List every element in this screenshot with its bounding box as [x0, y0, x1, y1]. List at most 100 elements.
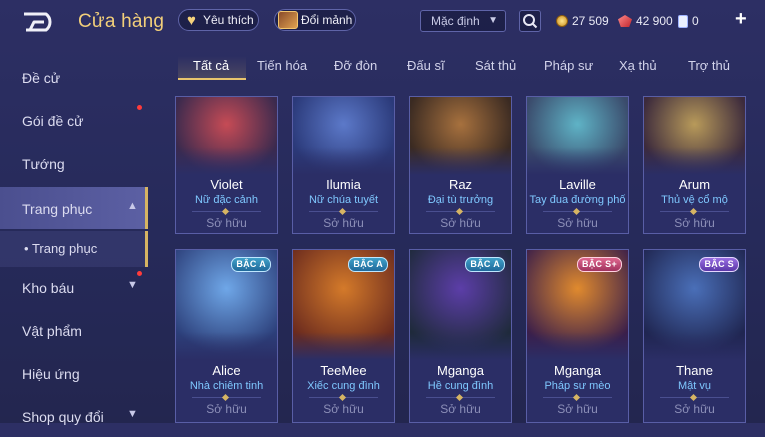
divider: [660, 211, 729, 212]
sidebar-item-label: Gói đề cử: [22, 113, 84, 129]
top-bar: Cửa hàng ♥ Yêu thích Đổi mảnh Mặc định ▼…: [0, 0, 765, 44]
divider: [543, 211, 612, 212]
skin-card[interactable]: Ilumia Nữ chúa tuyết Sở hữu: [292, 96, 395, 234]
favorites-button[interactable]: ♥ Yêu thích: [178, 9, 259, 31]
sidebar-item-heroes[interactable]: Tướng: [0, 144, 148, 184]
hero-name: Thane: [676, 363, 713, 378]
skin-card[interactable]: BẬC A Alice Nhà chiêm tinh Sở hữu: [175, 249, 278, 423]
owned-status: Sở hữu: [323, 402, 364, 416]
owned-status: Sở hữu: [674, 402, 715, 416]
hero-name: TeeMee: [320, 363, 367, 378]
skin-name: Pháp sư mèo: [544, 380, 611, 392]
heart-icon: ♥: [187, 11, 196, 29]
chevron-up-icon: ▲: [127, 200, 138, 212]
tab-assassin[interactable]: Sát thủ: [475, 58, 516, 73]
skin-art: [293, 97, 394, 175]
skin-name: Nhà chiêm tinh: [189, 380, 264, 392]
skin-art: [176, 97, 277, 175]
sidebar-item-label: Tướng: [22, 156, 65, 172]
divider: [192, 397, 261, 398]
sidebar: Đề cử Gói đề cử Tướng Trang phục ▲ • Tra…: [0, 50, 150, 425]
gold-amount: 27 509: [572, 14, 609, 28]
divider: [309, 211, 378, 212]
sidebar-item-recommended[interactable]: Đề cử: [0, 58, 148, 98]
sidebar-item-label: Kho báu: [22, 280, 75, 296]
chevron-down-icon: ▼: [488, 15, 498, 26]
tab-marksman[interactable]: Xạ thủ: [619, 58, 657, 73]
skin-art: [527, 97, 628, 175]
skin-card[interactable]: Arum Thủ vệ cổ mộ Sở hữu: [643, 96, 746, 234]
gold-balance: 27 509: [556, 12, 609, 30]
owned-status: Sở hữu: [440, 216, 481, 230]
tab-fighter[interactable]: Đấu sĩ: [407, 58, 445, 73]
sidebar-item-skins[interactable]: Trang phục ▲: [0, 187, 148, 229]
voucher-amount: 0: [692, 14, 699, 28]
owned-status: Sở hữu: [206, 216, 247, 230]
skin-name: Xiếc cung đình: [307, 380, 380, 392]
sort-value: Mặc định: [431, 14, 480, 28]
voucher-icon: [678, 14, 688, 28]
hero-name: Alice: [212, 363, 241, 378]
sidebar-item-label: Trang phục: [22, 201, 93, 217]
skin-art: [410, 97, 511, 175]
skin-card[interactable]: Laville Tay đua đường phố Sở hữu: [526, 96, 629, 234]
skin-card[interactable]: BẬC A Mganga Hề cung đình Sở hữu: [409, 249, 512, 423]
sidebar-item-recommended-packs[interactable]: Gói đề cử: [0, 101, 148, 141]
tab-mage[interactable]: Pháp sư: [544, 58, 593, 73]
chevron-down-icon: ▼: [127, 408, 138, 420]
sidebar-subitem-skins[interactable]: • Trang phục: [0, 231, 148, 267]
plus-icon[interactable]: +: [735, 8, 747, 31]
tab-evolution[interactable]: Tiến hóa: [257, 58, 307, 73]
tier-badge: BẬC A: [231, 257, 271, 272]
skin-grid: Violet Nữ đặc cảnh Sở hữu Ilumia Nữ chúa…: [175, 96, 765, 423]
page-title: Cửa hàng: [78, 11, 165, 32]
skin-name: Hề cung đình: [427, 380, 494, 392]
gold-coin-icon: [556, 15, 568, 27]
gem-amount: 42 900: [636, 14, 673, 28]
skin-name: Thủ vệ cổ mộ: [661, 194, 728, 206]
back-button[interactable]: [22, 10, 62, 34]
sidebar-item-exchange-shop[interactable]: Shop quy đổi ▼: [0, 397, 148, 437]
skin-card[interactable]: BẬC S Thane Mật vụ Sở hữu: [643, 249, 746, 423]
sidebar-item-items[interactable]: Vật phẩm: [0, 311, 148, 351]
skin-name: Đại tù trưởng: [427, 194, 494, 206]
tab-support[interactable]: Trợ thủ: [688, 58, 730, 73]
tier-badge: BẬC S+: [576, 257, 622, 272]
hero-name: Laville: [559, 177, 596, 192]
divider: [660, 397, 729, 398]
divider: [426, 211, 495, 212]
skin-card[interactable]: BẬC S+ Mganga Pháp sư mèo Sở hữu: [526, 249, 629, 423]
hero-name: Raz: [448, 177, 473, 192]
tier-badge: BẬC S: [699, 257, 739, 272]
sidebar-item-label: Đề cử: [22, 70, 61, 86]
skin-name: Mật vụ: [677, 380, 711, 392]
owned-status: Sở hữu: [323, 216, 364, 230]
skin-card[interactable]: BẬC A TeeMee Xiếc cung đình Sở hữu: [292, 249, 395, 423]
search-button[interactable]: [519, 10, 541, 32]
skin-name: Tay đua đường phố: [529, 194, 626, 206]
chevron-down-icon: ▼: [127, 279, 138, 291]
hero-name: Arum: [678, 177, 711, 192]
divider: [543, 397, 612, 398]
sidebar-item-label: Vật phẩm: [22, 323, 82, 339]
skin-card[interactable]: Raz Đại tù trưởng Sở hữu: [409, 96, 512, 234]
sidebar-item-treasure[interactable]: Kho báu ▼: [0, 268, 148, 308]
sort-dropdown[interactable]: Mặc định ▼: [420, 10, 506, 32]
sidebar-item-effects[interactable]: Hiệu ứng: [0, 354, 148, 394]
voucher-balance: 0: [678, 12, 699, 30]
skin-card[interactable]: Violet Nữ đặc cảnh Sở hữu: [175, 96, 278, 234]
exchange-fragments-button[interactable]: Đổi mảnh: [274, 9, 356, 31]
owned-status: Sở hữu: [674, 216, 715, 230]
notification-dot: [137, 105, 142, 110]
gem-balance: 42 900: [618, 12, 673, 30]
search-icon: [523, 14, 538, 29]
tab-tank[interactable]: Đỡ đòn: [334, 58, 377, 73]
sidebar-item-label: • Trang phục: [24, 241, 98, 256]
tab-all[interactable]: Tất cả: [193, 58, 229, 73]
exchange-label: Đổi mảnh: [301, 13, 353, 27]
skin-art: [644, 97, 745, 175]
sidebar-subitem-label: Trang phục: [31, 241, 98, 256]
divider: [426, 397, 495, 398]
skin-name: Nữ đặc cảnh: [194, 194, 258, 206]
hero-name: Violet: [210, 177, 243, 192]
